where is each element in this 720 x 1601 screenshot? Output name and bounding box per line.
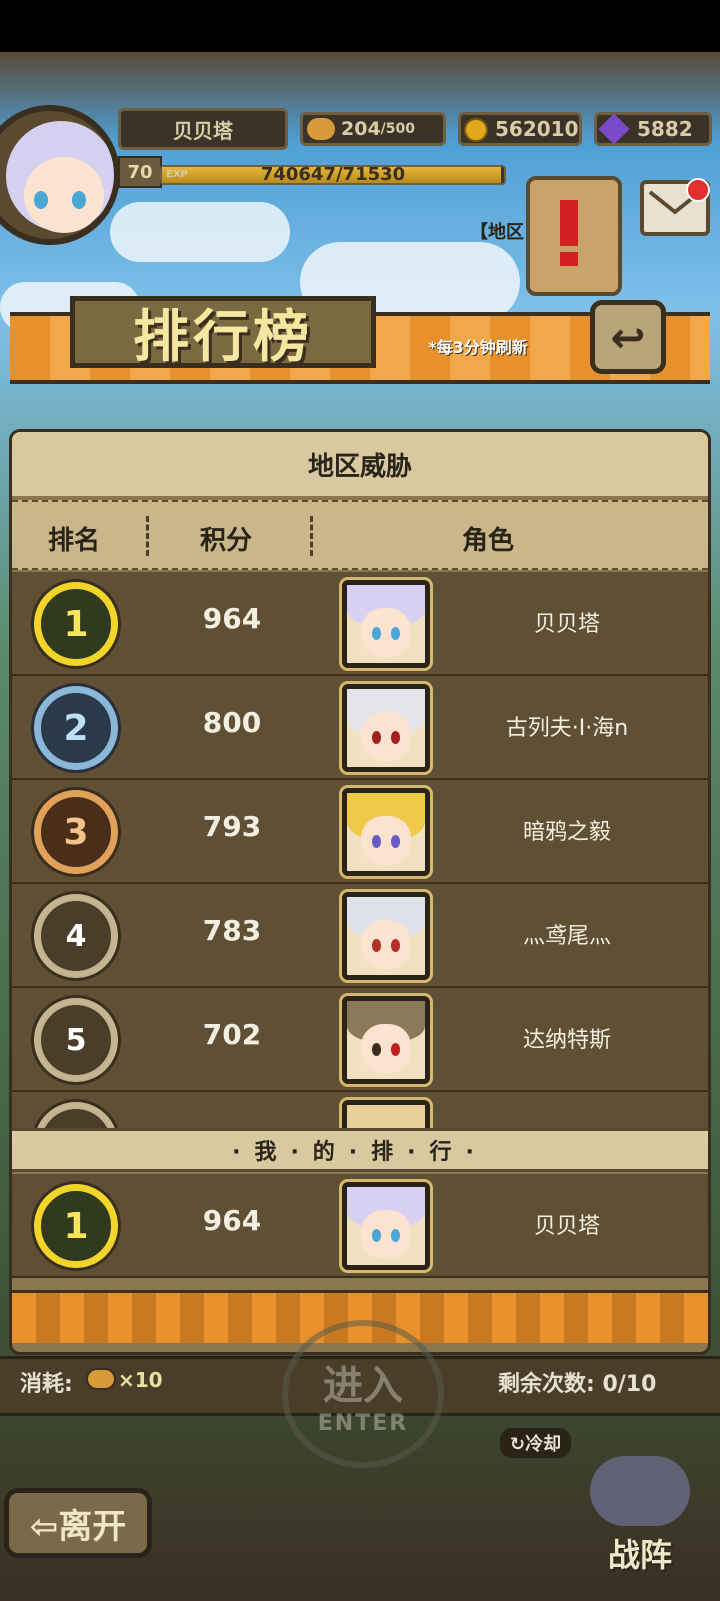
- gold-counter[interactable]: 562010: [458, 112, 582, 146]
- character-name: 贝贝塔: [533, 1214, 600, 1239]
- column-divider: [146, 516, 149, 556]
- leave-button[interactable]: ⇦离开: [4, 1488, 152, 1558]
- formation-icon: [590, 1456, 690, 1526]
- bread-icon: [307, 118, 335, 140]
- stamina-counter[interactable]: 204/500: [300, 112, 446, 146]
- character-name: 古列夫·I·海n: [505, 716, 629, 741]
- enter-label: 进入: [323, 1362, 403, 1409]
- gold-value: 562010: [495, 117, 579, 141]
- cost-value: ×10: [118, 1368, 163, 1392]
- row-score: 783: [202, 914, 262, 947]
- character-name: 达纳特斯: [522, 1028, 611, 1053]
- character-portrait[interactable]: [342, 996, 430, 1084]
- row-score: 964: [202, 602, 262, 635]
- back-arrow-icon: ↩: [610, 312, 646, 362]
- table-row[interactable]: 2 800 古列夫·I·海n: [12, 676, 708, 780]
- character-name: 暗鸦之毅: [522, 820, 611, 845]
- character-name: 贝贝塔: [533, 612, 600, 637]
- gem-icon: [598, 113, 630, 145]
- refresh-note: *每3分钟刷新: [428, 338, 528, 357]
- stamina-current: 204: [341, 118, 381, 140]
- rank-medal: 5: [34, 998, 118, 1082]
- leaderboard-list[interactable]: 1 964 贝贝塔 2 800 古列夫·I·海n 3 793 暗鸦之毅 4 78…: [12, 572, 708, 1148]
- character-portrait[interactable]: [342, 1182, 430, 1270]
- formation-label: 战阵: [608, 1536, 673, 1574]
- rank-medal-bronze: 3: [34, 790, 118, 874]
- my-rank-row[interactable]: 1 964 贝贝塔: [12, 1174, 708, 1278]
- gem-value: 5882: [637, 117, 693, 141]
- character-portrait[interactable]: [342, 788, 430, 876]
- column-headers: 排名 积分 角色: [12, 500, 708, 570]
- exp-text: 740647/71530: [260, 164, 406, 185]
- player-name: 贝贝塔: [118, 108, 288, 150]
- rank-medal-silver: 2: [34, 686, 118, 770]
- row-score: 800: [202, 706, 262, 739]
- character-portrait[interactable]: [342, 892, 430, 980]
- title-box: 排行榜: [70, 296, 376, 370]
- row-score: 702: [202, 1018, 262, 1051]
- table-row[interactable]: 5 702 达纳特斯: [12, 988, 708, 1092]
- enter-button[interactable]: 进入 ENTER: [282, 1320, 444, 1468]
- rank-medal-gold: 1: [34, 1184, 118, 1268]
- region-label: 【地区: [470, 222, 524, 243]
- table-row[interactable]: 4 783 灬鸢尾灬: [12, 884, 708, 988]
- table-row[interactable]: 1 964 贝贝塔: [12, 572, 708, 676]
- table-row[interactable]: 3 793 暗鸦之毅: [12, 780, 708, 884]
- character-name: 灬鸢尾灬: [522, 924, 611, 949]
- column-score: 积分: [200, 526, 253, 556]
- column-divider: [310, 516, 313, 556]
- row-score: 964: [202, 1204, 262, 1237]
- quest-scroll-icon[interactable]: [526, 176, 622, 296]
- gold-coin-icon: [464, 118, 488, 142]
- back-button[interactable]: ↩: [590, 300, 666, 374]
- column-character: 角色: [462, 526, 515, 556]
- rank-medal-gold: 1: [34, 582, 118, 666]
- cooldown-button[interactable]: ↻冷却: [500, 1428, 572, 1458]
- page-title: 排行榜: [133, 304, 313, 370]
- rank-medal: 4: [34, 894, 118, 978]
- character-portrait[interactable]: [342, 580, 430, 668]
- notification-dot: [686, 178, 710, 202]
- remaining-attempts: 剩余次数: 0/10: [498, 1372, 657, 1397]
- stamina-max: /500: [380, 121, 416, 137]
- exp-bar: EXP 740647/71530: [160, 164, 506, 185]
- enter-label-en: ENTER: [317, 1410, 409, 1436]
- cost-label: 消耗:: [20, 1372, 73, 1397]
- leaderboard-category: 地区威胁: [12, 432, 708, 496]
- level-badge: 70: [118, 156, 162, 188]
- bread-icon: [86, 1368, 116, 1390]
- row-score: 793: [202, 810, 262, 843]
- character-portrait[interactable]: [342, 684, 430, 772]
- my-rank-header: ·我·的·排·行·: [12, 1128, 708, 1172]
- column-rank: 排名: [48, 526, 101, 556]
- gem-counter[interactable]: 5882: [594, 112, 712, 146]
